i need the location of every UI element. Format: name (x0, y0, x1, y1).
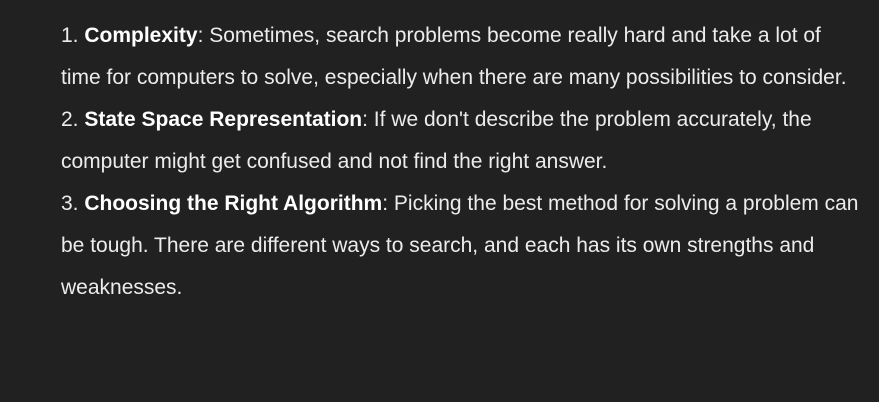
list-item: 3. Choosing the Right Algorithm: Picking… (61, 183, 861, 309)
list-item: 2. State Space Representation: If we don… (61, 99, 861, 183)
item-number: 2. (61, 108, 79, 131)
chat-page: 1. Complexity: Sometimes, search problem… (0, 0, 879, 402)
item-term: Choosing the Right Algorithm (84, 192, 383, 215)
numbered-list: 1. Complexity: Sometimes, search problem… (61, 15, 861, 309)
assistant-message: 1. Complexity: Sometimes, search problem… (61, 15, 861, 309)
item-term: State Space Representation (84, 108, 363, 131)
list-item: 1. Complexity: Sometimes, search problem… (61, 15, 861, 99)
item-number: 3. (61, 192, 79, 215)
item-term: Complexity (84, 24, 198, 47)
item-number: 1. (61, 24, 79, 47)
